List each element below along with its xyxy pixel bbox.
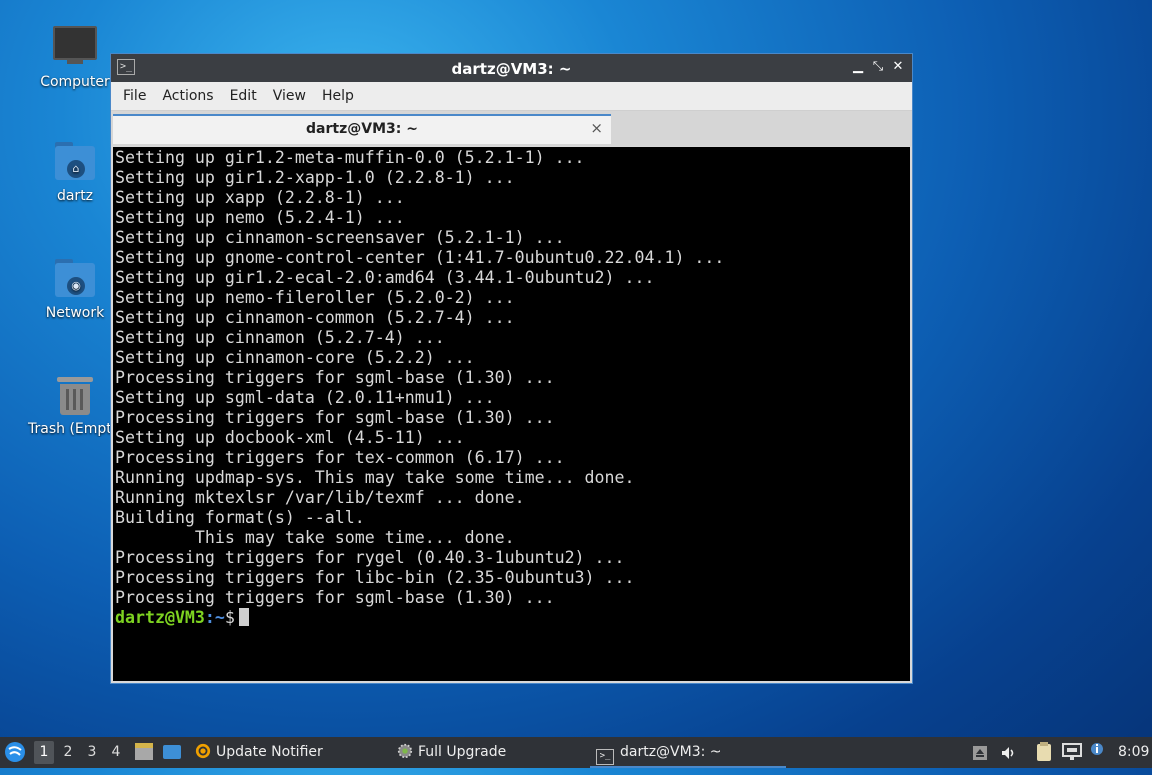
terminal-line: Processing triggers for tex-common (6.17… — [115, 448, 565, 467]
terminal-line: Setting up cinnamon-common (5.2.7-4) ... — [115, 308, 515, 327]
workspace-1[interactable]: 1 — [34, 741, 54, 764]
network-indicator[interactable] — [1062, 737, 1084, 768]
window-titlebar[interactable]: >_ dartz@VM3: ~ ▁ ⤡ ✕ — [111, 54, 912, 82]
terminal-line: Running mktexlsr /var/lib/texmf ... done… — [115, 488, 525, 507]
terminal-line: Processing triggers for libc-bin (2.35-0… — [115, 568, 635, 587]
tab-close-button[interactable]: × — [590, 119, 603, 137]
network-wired-icon — [1062, 743, 1082, 760]
close-button[interactable]: ✕ — [890, 59, 906, 75]
maximize-button[interactable]: ⤡ — [870, 59, 886, 75]
home-folder-icon: ⌂ — [53, 140, 97, 184]
terminal-line: Setting up sgml-data (2.0.11+nmu1) ... — [115, 388, 495, 407]
clipboard-indicator[interactable] — [1036, 737, 1056, 768]
terminal-line: Setting up gnome-control-center (1:41.7-… — [115, 248, 725, 267]
task-label: Full Upgrade — [418, 744, 507, 760]
show-desktop-icon — [163, 745, 181, 759]
terminal-line: Setting up gir1.2-meta-muffin-0.0 (5.2.1… — [115, 148, 585, 167]
clipboard-icon — [1037, 742, 1051, 761]
eject-indicator[interactable] — [972, 737, 990, 768]
start-menu-button[interactable] — [4, 737, 28, 768]
terminal-line: This may take some time... done. — [115, 528, 515, 547]
prompt-symbol: $ — [224, 608, 235, 627]
task-label: Update Notifier — [216, 744, 323, 760]
terminal-output[interactable]: Setting up gir1.2-meta-muffin-0.0 (5.2.1… — [113, 147, 910, 681]
file-manager-launcher[interactable] — [134, 737, 156, 768]
prompt-separator: : — [204, 608, 215, 627]
terminal-prompt: dartz@VM3:~$ — [113, 608, 910, 628]
workspace-3[interactable]: 3 — [82, 741, 102, 764]
prompt-path: ~ — [214, 608, 225, 627]
terminal-line: Running updmap-sys. This may take some t… — [115, 468, 635, 487]
task-full-upgrade[interactable]: Full Upgrade — [396, 737, 506, 768]
terminal-line: Processing triggers for rygel (0.40.3-1u… — [115, 548, 625, 567]
terminal-line: Setting up gir1.2-xapp-1.0 (2.2.8-1) ... — [115, 168, 515, 187]
terminal-line: Setting up nemo (5.2.4-1) ... — [115, 208, 405, 227]
terminal-line: Building format(s) --all. — [115, 508, 365, 527]
terminal-line: Processing triggers for sgml-base (1.30)… — [115, 408, 555, 427]
terminal-line: Setting up cinnamon (5.2.7-4) ... — [115, 328, 445, 347]
clock[interactable]: 8:09 — [1118, 737, 1149, 768]
terminal-line: Processing triggers for sgml-base (1.30)… — [115, 368, 555, 387]
terminal-line: Setting up gir1.2-ecal-2.0:amd64 (3.44.1… — [115, 268, 655, 287]
menu-help[interactable]: Help — [314, 88, 362, 104]
terminal-icon: >_ — [596, 749, 614, 765]
eject-icon — [973, 746, 987, 760]
workspace-4[interactable]: 4 — [106, 741, 126, 764]
tab-bar: dartz@VM3: ~ × — [111, 111, 912, 146]
workspace-2[interactable]: 2 — [58, 741, 78, 764]
trash-icon — [53, 373, 97, 417]
menu-view[interactable]: View — [265, 88, 314, 104]
terminal-line: Setting up xapp (2.2.8-1) ... — [115, 188, 405, 207]
start-menu-icon — [5, 742, 25, 762]
terminal-line: Setting up cinnamon-core (5.2.2) ... — [115, 348, 475, 367]
show-desktop-button[interactable] — [162, 737, 184, 768]
terminal-line: Processing triggers for sgml-base (1.30)… — [115, 588, 555, 607]
menu-file[interactable]: File — [115, 88, 154, 104]
terminal-line: Setting up nemo-fileroller (5.2.0-2) ... — [115, 288, 515, 307]
task-label: dartz@VM3: ~ — [620, 744, 722, 760]
text-cursor — [238, 608, 249, 626]
computer-icon — [53, 26, 97, 70]
minimize-button[interactable]: ▁ — [850, 59, 866, 75]
task-terminal[interactable]: >_ dartz@VM3: ~ — [590, 737, 786, 768]
gear-icon — [397, 743, 413, 759]
info-icon — [1091, 743, 1103, 755]
file-manager-icon — [135, 743, 153, 760]
terminal-window: >_ dartz@VM3: ~ ▁ ⤡ ✕ File Actions Edit … — [110, 53, 913, 684]
terminal-lines: Setting up gir1.2-meta-muffin-0.0 (5.2.1… — [113, 147, 910, 608]
terminal-line: Setting up docbook-xml (4.5-11) ... — [115, 428, 465, 447]
prompt-user: dartz@VM3 — [115, 608, 205, 627]
notification-indicator[interactable] — [1090, 737, 1106, 768]
menu-edit[interactable]: Edit — [222, 88, 265, 104]
menubar: File Actions Edit View Help — [111, 82, 912, 111]
menu-actions[interactable]: Actions — [154, 88, 221, 104]
task-update-notifier[interactable]: Update Notifier — [194, 737, 323, 768]
taskbar: 1 2 3 4 Update Notifier Full Upgrade >_ d… — [0, 737, 1152, 768]
network-folder-icon: ◉ — [53, 257, 97, 301]
tab-label: dartz@VM3: ~ — [306, 121, 418, 137]
terminal-line: Setting up cinnamon-screensaver (5.2.1-1… — [115, 228, 565, 247]
volume-indicator[interactable] — [1000, 737, 1020, 768]
tab-terminal[interactable]: dartz@VM3: ~ × — [113, 114, 611, 144]
volume-icon — [1002, 747, 1014, 759]
update-notifier-icon — [195, 743, 211, 759]
window-title: dartz@VM3: ~ — [451, 60, 572, 78]
